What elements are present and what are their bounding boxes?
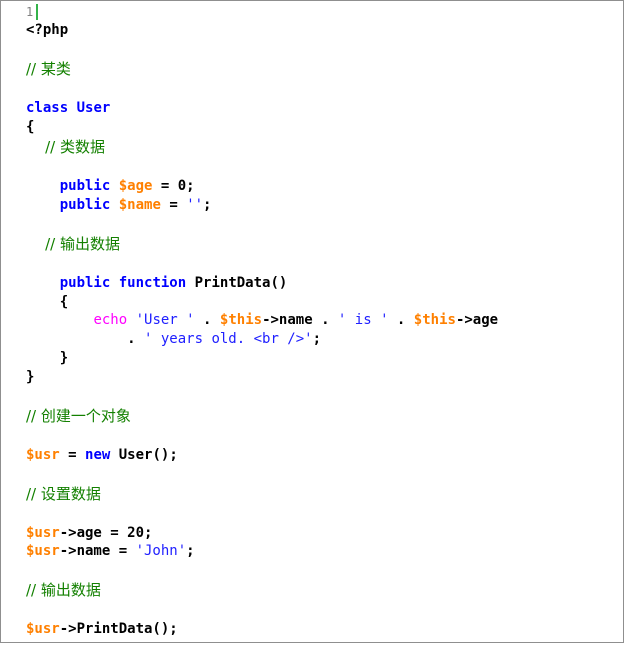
code-editor[interactable]: 1 <?php // 某类 class User { // 类数据 public… xyxy=(0,0,624,643)
code-line: echo 'User ' . $this->name . ' is ' . $t… xyxy=(93,312,499,328)
code-line: $usr->PrintData(); xyxy=(26,621,178,637)
code-area[interactable]: <?php // 某类 class User { // 类数据 public $… xyxy=(26,1,498,637)
code-line: { xyxy=(26,119,35,135)
code-line: . ' years old. <br />'; xyxy=(26,331,322,347)
code-line: public function PrintData() xyxy=(59,275,288,291)
code-line: $usr->name = 'John'; xyxy=(26,543,195,559)
code-line: public $age = 0; xyxy=(59,178,195,194)
code-line: $usr = new User(); xyxy=(26,447,178,463)
code-line: { xyxy=(26,294,69,310)
comment-line: // 某类 xyxy=(26,60,71,78)
comment-line: // 类数据 xyxy=(26,138,105,156)
code-line: <?php xyxy=(26,22,69,38)
code-line: class User xyxy=(26,100,110,116)
comment-line: // 输出数据 xyxy=(26,235,120,253)
code-line: $usr->age = 20; xyxy=(26,525,153,541)
comment-line: // 创建一个对象 xyxy=(26,407,131,425)
code-line: } xyxy=(26,350,69,366)
code-line: public $name = ''; xyxy=(59,197,212,213)
code-token: class User xyxy=(26,100,111,116)
comment-line: // 设置数据 xyxy=(26,485,101,503)
code-line: } xyxy=(26,369,35,385)
comment-line: // 输出数据 xyxy=(26,581,101,599)
